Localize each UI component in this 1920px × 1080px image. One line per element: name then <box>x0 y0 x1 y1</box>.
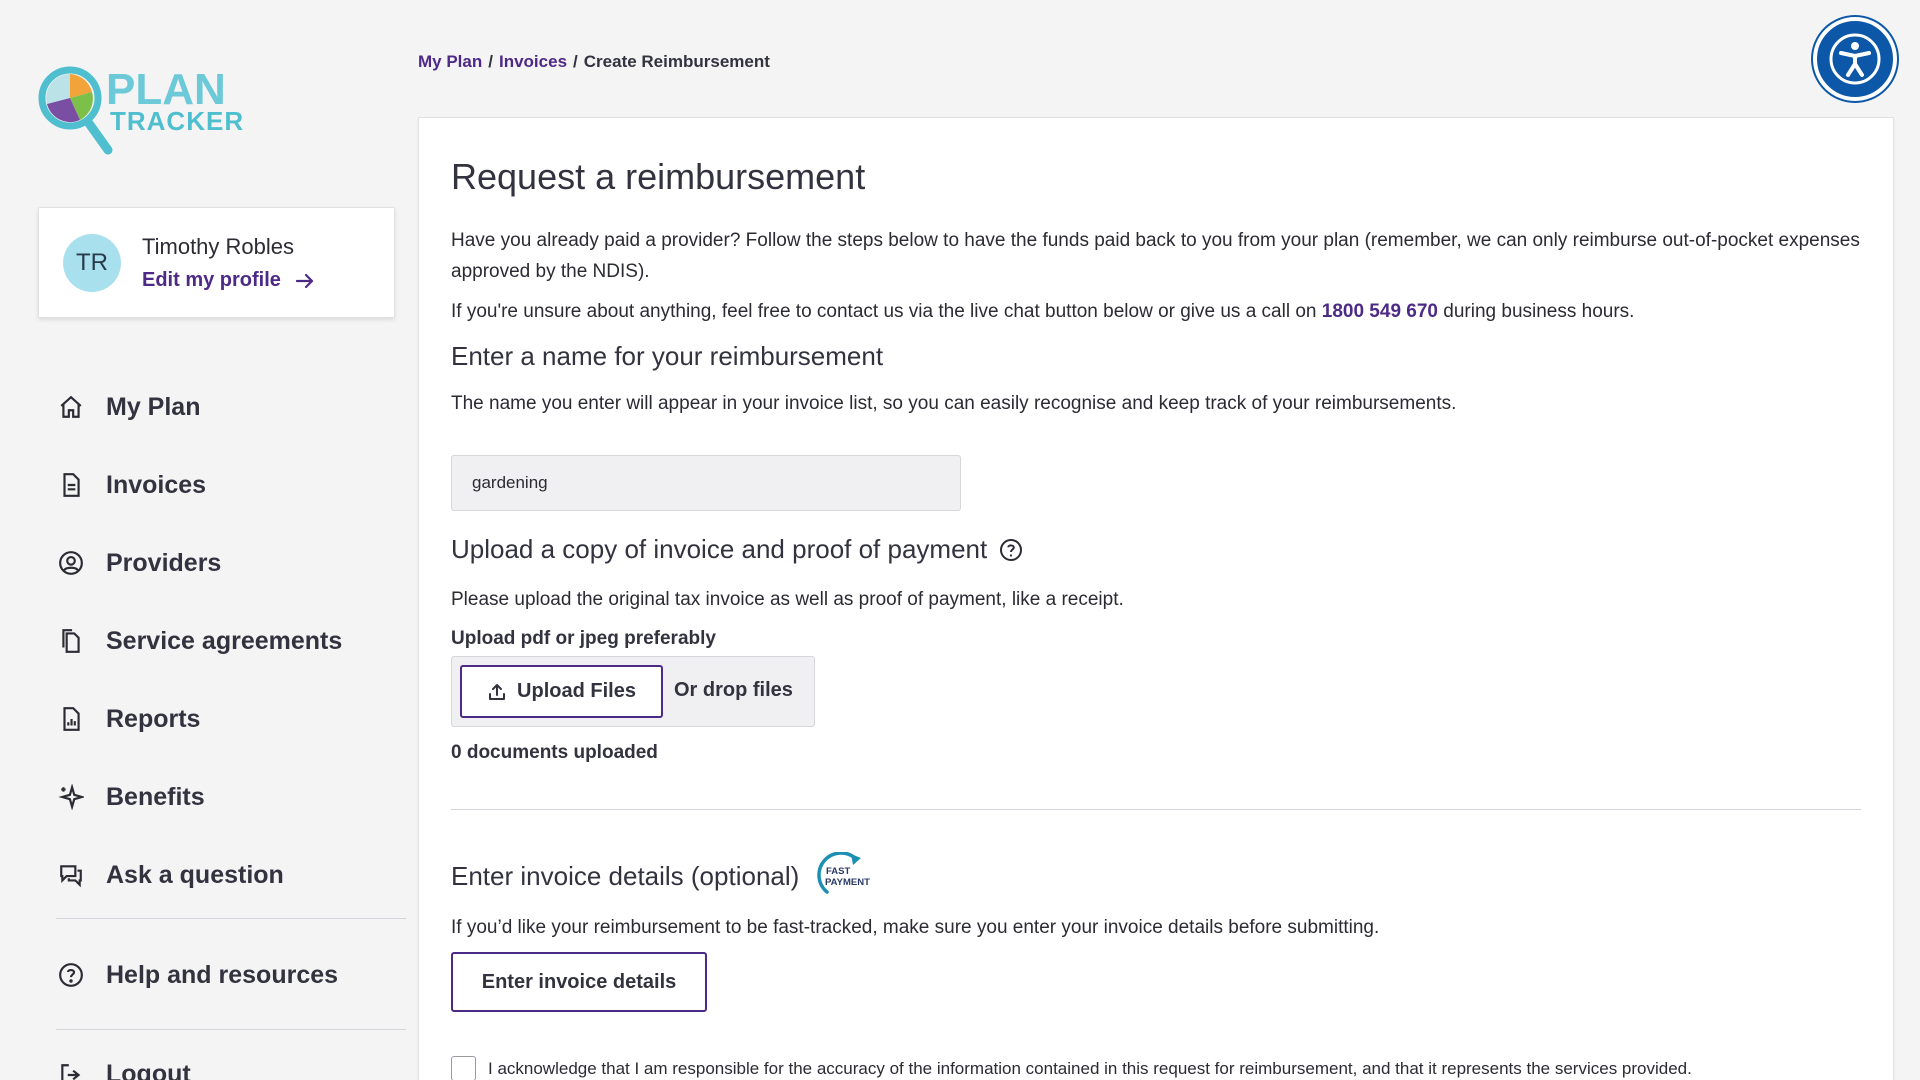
nav-item-label: Service agreements <box>106 626 343 655</box>
main-nav: My Plan Invoices Providers Service agree… <box>56 368 406 914</box>
upload-files-button[interactable]: Upload Files <box>460 665 663 718</box>
page-title: Request a reimbursement <box>451 156 866 197</box>
nav-item-label: Ask a question <box>106 860 284 889</box>
nav-item-label: Providers <box>106 548 222 577</box>
profile-name: Timothy Robles <box>142 234 295 259</box>
documents-count: 0 documents uploaded <box>451 742 658 763</box>
upload-files-label: Upload Files <box>517 680 636 702</box>
nav-item-invoices[interactable]: Invoices <box>56 446 406 524</box>
nav-item-my-plan[interactable]: My Plan <box>56 368 406 446</box>
nav-item-providers[interactable]: Providers <box>56 524 406 602</box>
help-section: Help and resources <box>56 936 406 1014</box>
details-section-heading: Enter invoice details (optional) FAST PA… <box>451 852 875 900</box>
breadcrumb-my-plan[interactable]: My Plan <box>418 52 482 71</box>
upload-section-description: Please upload the original tax invoice a… <box>451 589 1124 610</box>
enter-invoice-details-button[interactable]: Enter invoice details <box>451 952 707 1012</box>
avatar: TR <box>63 234 121 292</box>
acknowledgement-checkbox[interactable] <box>451 1056 476 1080</box>
breadcrumb-separator: / <box>573 52 578 71</box>
sparkle-icon <box>56 782 86 812</box>
intro-paragraph: Have you already paid a provider? Follow… <box>451 230 1860 282</box>
arrow-right-icon <box>295 273 314 288</box>
user-circle-icon <box>56 548 86 578</box>
logout-icon <box>56 1060 86 1080</box>
nav-item-help-and-resources[interactable]: Help and resources <box>56 936 406 1014</box>
reimbursement-form-card: Request a reimbursement Have you already… <box>418 117 1894 1080</box>
drop-files-text: Or drop files <box>674 679 793 701</box>
fast-payment-badge: FAST PAYMENT <box>817 852 870 894</box>
acknowledgement-row: I acknowledge that I am responsible for … <box>451 1056 1692 1080</box>
nav-item-service-agreements[interactable]: Service agreements <box>56 602 406 680</box>
acknowledgement-text: I acknowledge that I am responsible for … <box>488 1058 1692 1078</box>
contact-paragraph: If you're unsure about anything, feel fr… <box>451 296 1861 327</box>
profile-card: TR Timothy Robles Edit my profile <box>38 207 395 318</box>
nav-item-label: Help and resources <box>106 960 339 989</box>
breadcrumb: My Plan / Invoices / Create Reimbursement <box>418 52 770 72</box>
contact-text-before: If you're unsure about anything, feel fr… <box>451 301 1322 322</box>
breadcrumb-invoices[interactable]: Invoices <box>499 52 567 71</box>
file-drop-zone[interactable]: Upload Files Or drop files <box>451 656 815 727</box>
breadcrumb-separator: / <box>488 52 493 71</box>
report-icon <box>56 704 86 734</box>
help-circle-icon <box>56 960 86 990</box>
nav-divider <box>56 1029 406 1030</box>
section-divider <box>451 809 1861 810</box>
nav-item-reports[interactable]: Reports <box>56 680 406 758</box>
upload-icon <box>489 683 506 700</box>
nav-item-ask-a-question[interactable]: Ask a question <box>56 836 406 914</box>
name-section-heading: Enter a name for your reimbursement <box>451 341 884 371</box>
upload-hint: Upload pdf or jpeg preferably <box>451 628 716 649</box>
accessibility-button[interactable] <box>1813 17 1897 101</box>
nav-item-label: Invoices <box>106 470 207 499</box>
nav-item-logout[interactable]: Logout <box>56 1060 406 1080</box>
nav-partial-section: Logout <box>56 1060 406 1080</box>
breadcrumb-current: Create Reimbursement <box>583 52 770 71</box>
upload-section-heading: Upload a copy of invoice and proof of pa… <box>451 534 1023 565</box>
phone-link[interactable]: 1800 549 670 <box>1322 301 1438 322</box>
edit-profile-link[interactable]: Edit my profile <box>142 269 315 292</box>
contact-text-after: during business hours. <box>1438 301 1635 322</box>
plan-tracker-logo[interactable]: PLAN TRACKER <box>36 62 250 162</box>
document-icon <box>56 470 86 500</box>
edit-profile-label: Edit my profile <box>142 269 281 291</box>
details-heading-text: Enter invoice details (optional) <box>451 860 800 891</box>
reimbursement-name-input[interactable] <box>451 455 961 511</box>
accessibility-icon <box>1829 33 1881 85</box>
nav-item-label: Logout <box>106 1060 191 1080</box>
documents-icon <box>56 626 86 656</box>
nav-divider <box>56 918 406 919</box>
details-section-description: If you’d like your reimbursement to be f… <box>451 917 1380 938</box>
sidebar: PLAN TRACKER TR Timothy Robles Edit my p… <box>0 0 410 1080</box>
upload-heading-text: Upload a copy of invoice and proof of pa… <box>451 534 988 564</box>
nav-item-label: Benefits <box>106 782 205 811</box>
home-icon <box>56 392 86 422</box>
nav-item-benefits[interactable]: Benefits <box>56 758 406 836</box>
name-section-description: The name you enter will appear in your i… <box>451 393 1457 414</box>
nav-item-label: Reports <box>106 704 201 733</box>
badge-line-fast: FAST <box>826 866 850 877</box>
badge-line-payment: PAYMENT <box>825 877 870 888</box>
help-circle-icon[interactable] <box>999 538 1023 562</box>
nav-item-label: My Plan <box>106 392 201 421</box>
logo-text-tracker: TRACKER <box>110 106 244 136</box>
chat-icon <box>56 860 86 890</box>
